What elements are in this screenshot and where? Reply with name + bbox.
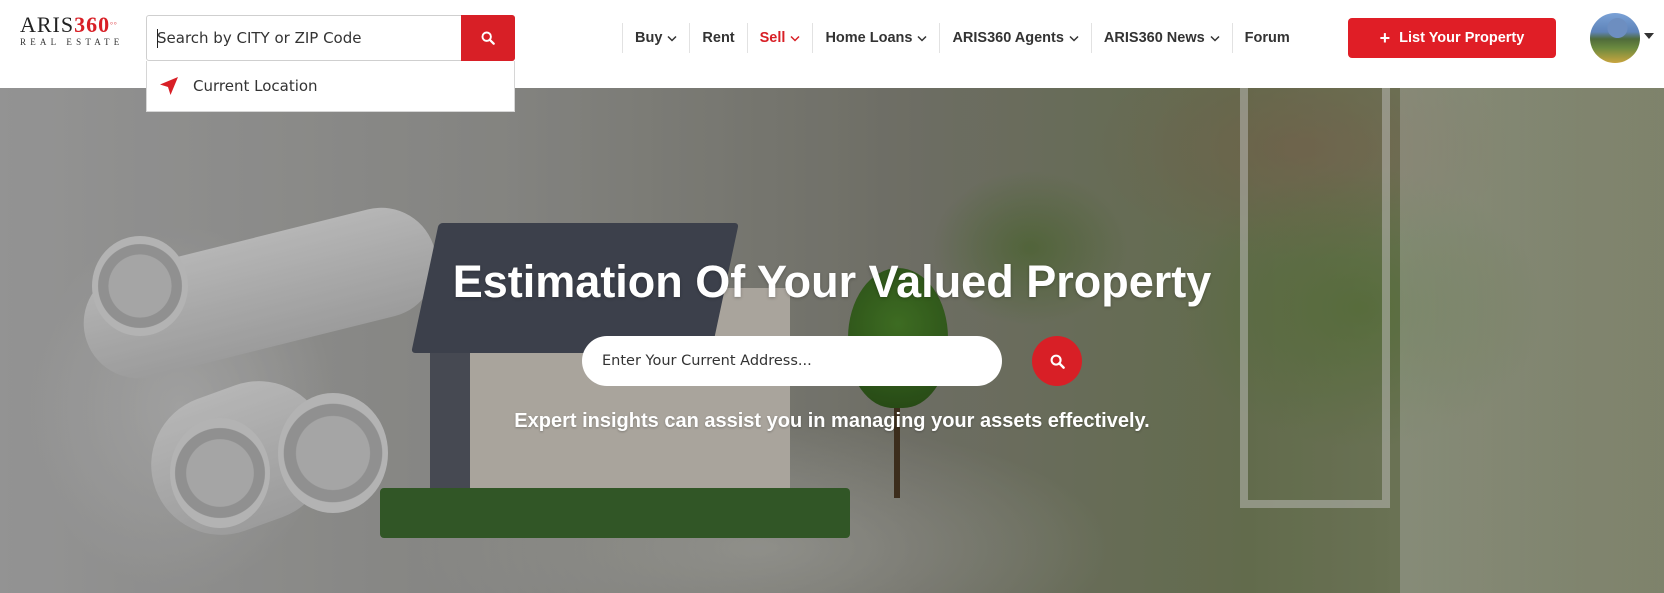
nav-item-news[interactable]: ARIS360 News — [1092, 22, 1232, 54]
plus-icon: + — [1379, 28, 1391, 48]
search-icon — [481, 31, 495, 45]
hero-title: Estimation Of Your Valued Property — [452, 256, 1212, 307]
search-icon — [1050, 354, 1065, 369]
logo-wordmark: ARIS360°° — [20, 12, 118, 37]
hero-subtitle: Expert insights can assist you in managi… — [514, 410, 1150, 432]
chevron-down-icon — [1210, 35, 1220, 42]
nav-item-buy[interactable]: Buy — [623, 22, 689, 54]
list-your-property-button[interactable]: + List Your Property — [1348, 18, 1556, 58]
chevron-down-icon — [1069, 35, 1079, 42]
search-button[interactable] — [461, 15, 515, 61]
nav-item-agents[interactable]: ARIS360 Agents — [940, 22, 1090, 54]
user-avatar[interactable] — [1590, 13, 1640, 63]
address-search-button[interactable] — [1032, 336, 1082, 386]
caret-down-icon[interactable] — [1644, 33, 1654, 39]
hero-banner: Estimation Of Your Valued Property Exper… — [0, 88, 1664, 593]
nav-item-home-loans[interactable]: Home Loans — [813, 22, 939, 54]
location-arrow-icon — [160, 77, 178, 95]
main-nav: Buy Rent Sell Home Loans ARIS360 Agents … — [622, 22, 1302, 54]
text-caret — [157, 29, 158, 48]
logo-tagline: REAL ESTATE — [20, 37, 124, 47]
search-suggestion-dropdown: Current Location — [146, 61, 515, 112]
chevron-down-icon — [667, 35, 677, 42]
current-location-option[interactable]: Current Location — [193, 77, 318, 95]
address-input[interactable] — [582, 336, 1002, 386]
nav-item-sell[interactable]: Sell — [748, 22, 813, 54]
city-zip-search — [146, 15, 515, 61]
chevron-down-icon — [917, 35, 927, 42]
chevron-down-icon — [790, 35, 800, 42]
nav-item-rent[interactable]: Rent — [690, 22, 746, 54]
search-input[interactable] — [147, 16, 462, 60]
aris360-logo[interactable]: ARIS360°° REAL ESTATE — [20, 14, 128, 50]
nav-item-forum[interactable]: Forum — [1233, 22, 1302, 54]
